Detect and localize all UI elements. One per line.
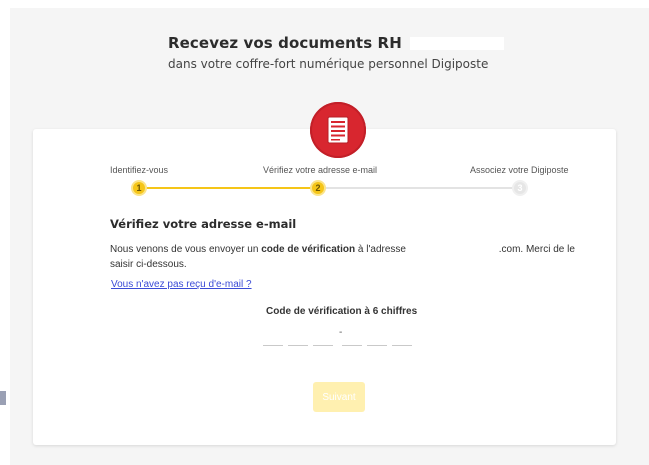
instructions-part-2: à l'adresse bbox=[355, 244, 409, 255]
step-3-label: Associez votre Digiposte bbox=[470, 165, 569, 175]
code-digit-5[interactable] bbox=[367, 330, 387, 346]
redacted-company-name bbox=[409, 36, 504, 50]
step-2-dot: 2 bbox=[310, 180, 326, 196]
step-1-dot: 1 bbox=[131, 180, 147, 196]
digiposte-logo bbox=[310, 102, 366, 158]
code-digit-3[interactable] bbox=[313, 330, 333, 346]
instructions-email-suffix: .com bbox=[498, 244, 521, 255]
page-subtitle: dans votre coffre-fort numérique personn… bbox=[168, 57, 489, 71]
page-header: Recevez vos documents RH dans votre coff… bbox=[168, 32, 628, 71]
code-input-group: - bbox=[263, 327, 412, 346]
stepper-remaining-track bbox=[318, 187, 520, 189]
code-separator: - bbox=[339, 327, 343, 338]
step-1-label: Identifiez-vous bbox=[110, 165, 169, 175]
instructions-bold: code de vérification bbox=[261, 244, 356, 255]
code-digit-6[interactable] bbox=[392, 330, 412, 346]
code-label: Code de vérification à 6 chiffres bbox=[266, 306, 418, 317]
step-1-number: 1 bbox=[136, 183, 142, 193]
step-3-dot: 3 bbox=[512, 180, 528, 196]
verify-instructions: Nous venons de vous envoyer un code de v… bbox=[110, 242, 580, 272]
code-digit-1[interactable] bbox=[263, 330, 283, 346]
code-digit-2[interactable] bbox=[288, 330, 308, 346]
document-icon bbox=[327, 116, 349, 144]
instructions-part-1: Nous venons de vous envoyer un bbox=[110, 244, 262, 255]
verify-section-title: Vérifiez votre adresse e-mail bbox=[110, 217, 297, 231]
resend-email-link[interactable]: Vous n'avez pas reçu d'e-mail ? bbox=[111, 279, 252, 290]
step-2-number: 2 bbox=[315, 183, 321, 193]
code-digit-4[interactable] bbox=[342, 330, 362, 346]
page-title: Recevez vos documents RH bbox=[168, 34, 402, 52]
stepper-progress-track bbox=[140, 187, 318, 189]
step-2-label: Vérifiez votre adresse e-mail bbox=[263, 165, 378, 175]
step-3-number: 3 bbox=[517, 183, 523, 193]
page-title-line: Recevez vos documents RH bbox=[168, 32, 628, 54]
next-button[interactable]: Suivant bbox=[313, 382, 365, 412]
redacted-email bbox=[408, 244, 499, 255]
left-edge-tab bbox=[0, 391, 6, 405]
